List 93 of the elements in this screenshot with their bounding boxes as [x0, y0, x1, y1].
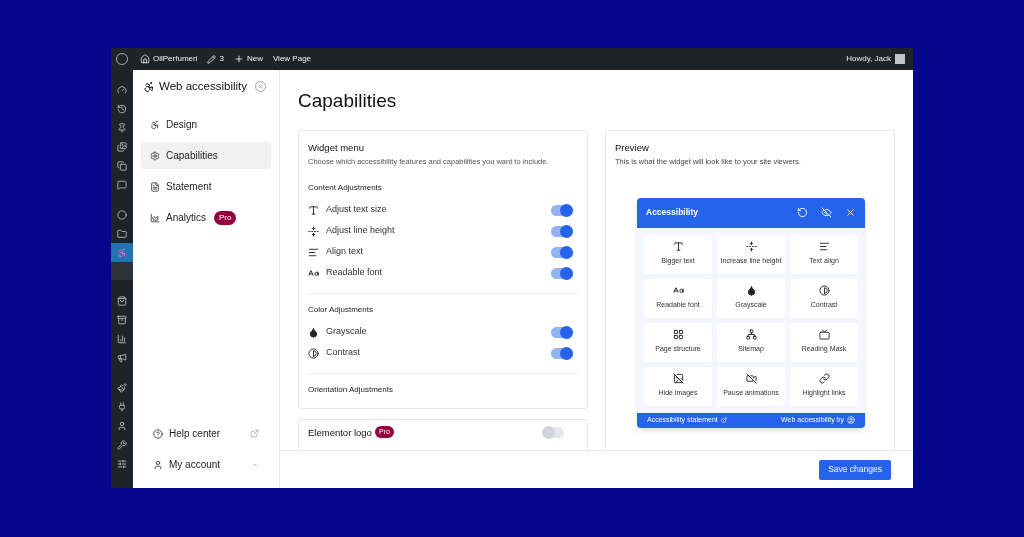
external-link-icon: [250, 429, 259, 438]
edit-count: 3: [219, 53, 224, 65]
bag-icon: [117, 295, 127, 306]
text-size-icon: [672, 241, 684, 253]
image-off-icon: [672, 373, 684, 385]
reset-icon[interactable]: [797, 207, 808, 218]
images-icon: [117, 141, 127, 152]
external-link-icon: [720, 417, 727, 423]
plug-icon: [117, 401, 127, 412]
nav-item[interactable]: Statement: [141, 173, 271, 201]
new-link[interactable]: New: [246, 53, 263, 65]
grid-icon: [672, 329, 684, 341]
help-label: Help center: [169, 427, 221, 441]
history-icon: [117, 103, 127, 114]
close-icon[interactable]: [845, 207, 856, 218]
nav-label: Design: [166, 118, 198, 133]
pages-icon: [117, 160, 127, 171]
line-height-icon: [745, 241, 757, 253]
droplet-icon: [308, 326, 319, 338]
contrast-icon: [308, 347, 319, 359]
paintbrush-icon: [117, 382, 127, 393]
logo-icon: [847, 416, 855, 424]
toggle-switch[interactable]: [551, 204, 573, 216]
chevrons-left-icon: [257, 83, 264, 91]
align-left-icon: [308, 246, 319, 258]
nav-label: Analytics: [166, 211, 206, 226]
section-title: Content Adjustments: [308, 181, 383, 194]
user-icon: [117, 420, 127, 431]
gauge-icon: [117, 84, 127, 95]
accessibility-icon: [150, 119, 160, 130]
nav-label: Statement: [166, 180, 212, 195]
plugin-title: Web accessibility: [159, 79, 247, 94]
link-icon: [818, 373, 830, 385]
folder-icon: [117, 228, 127, 239]
droplet-icon: [745, 285, 757, 297]
account-menu[interactable]: My account: [141, 449, 271, 480]
archive-icon: [117, 314, 127, 325]
document-icon: [150, 181, 160, 192]
section-title: Color Adjustments: [308, 303, 374, 316]
site-name-link[interactable]: OilPerfumeri: [153, 53, 198, 65]
feature-label: Adjust text size: [326, 203, 387, 217]
feature-label: Align text: [326, 245, 364, 259]
widget-title: Accessibility: [646, 206, 698, 219]
bar-chart-icon: [117, 333, 127, 344]
line-height-icon: [308, 225, 319, 237]
chart-icon: [150, 212, 160, 223]
pro-badge: Pro: [214, 210, 237, 225]
circle-icon: [117, 209, 127, 220]
save-button[interactable]: Save changes: [819, 459, 891, 480]
align-left-icon: [818, 241, 830, 253]
page-title: Capabilities: [298, 89, 398, 113]
text-size-icon: [308, 204, 319, 216]
nav-item[interactable]: Analytics Pro: [141, 204, 271, 232]
nav-item[interactable]: Design: [141, 111, 271, 139]
submenu-panel: [111, 262, 133, 280]
sitemap-icon: [745, 329, 757, 341]
toggle-switch[interactable]: [542, 426, 564, 438]
feature-label: Grayscale: [326, 325, 367, 339]
comment-icon: [117, 179, 127, 190]
font-icon: [308, 267, 319, 279]
feature-label: Readable font: [326, 266, 383, 280]
video-off-icon: [745, 373, 757, 385]
sliders-icon: [117, 458, 127, 469]
account-label: My account: [169, 458, 221, 472]
nav-label: Capabilities: [166, 149, 218, 164]
card-title: Preview: [615, 141, 650, 155]
toggle-switch[interactable]: [551, 326, 573, 338]
nav-item[interactable]: Capabilities: [141, 142, 271, 170]
wrench-icon: [117, 439, 127, 450]
home-icon[interactable]: [140, 54, 150, 64]
user-icon: [153, 459, 163, 470]
feature-label: Contrast: [326, 346, 360, 360]
toggle-switch[interactable]: [551, 225, 573, 237]
help-center-link[interactable]: Help center: [141, 418, 271, 449]
pencil-icon[interactable]: [207, 54, 217, 64]
megaphone-icon: [117, 352, 127, 363]
section-title: Orientation Adjustments: [308, 383, 394, 396]
toggle-switch[interactable]: [551, 347, 573, 359]
eye-off-icon[interactable]: [821, 207, 832, 218]
view-page-link[interactable]: View Page: [272, 53, 312, 65]
pin-icon: [117, 122, 127, 133]
card-title: Widget menu: [308, 141, 365, 155]
accessibility-icon: [117, 247, 127, 258]
greeting-link[interactable]: Howdy, Jack: [846, 53, 891, 65]
accessibility-icon: [143, 80, 155, 93]
card-title: Elementor logo: [308, 425, 372, 440]
contrast-icon: [818, 285, 830, 297]
toggle-switch[interactable]: [551, 267, 573, 279]
plus-icon[interactable]: [233, 54, 244, 64]
toggle-switch[interactable]: [551, 246, 573, 258]
help-icon: [153, 428, 163, 439]
settings-icon: [150, 150, 160, 161]
feature-label: Adjust line height: [326, 224, 395, 238]
